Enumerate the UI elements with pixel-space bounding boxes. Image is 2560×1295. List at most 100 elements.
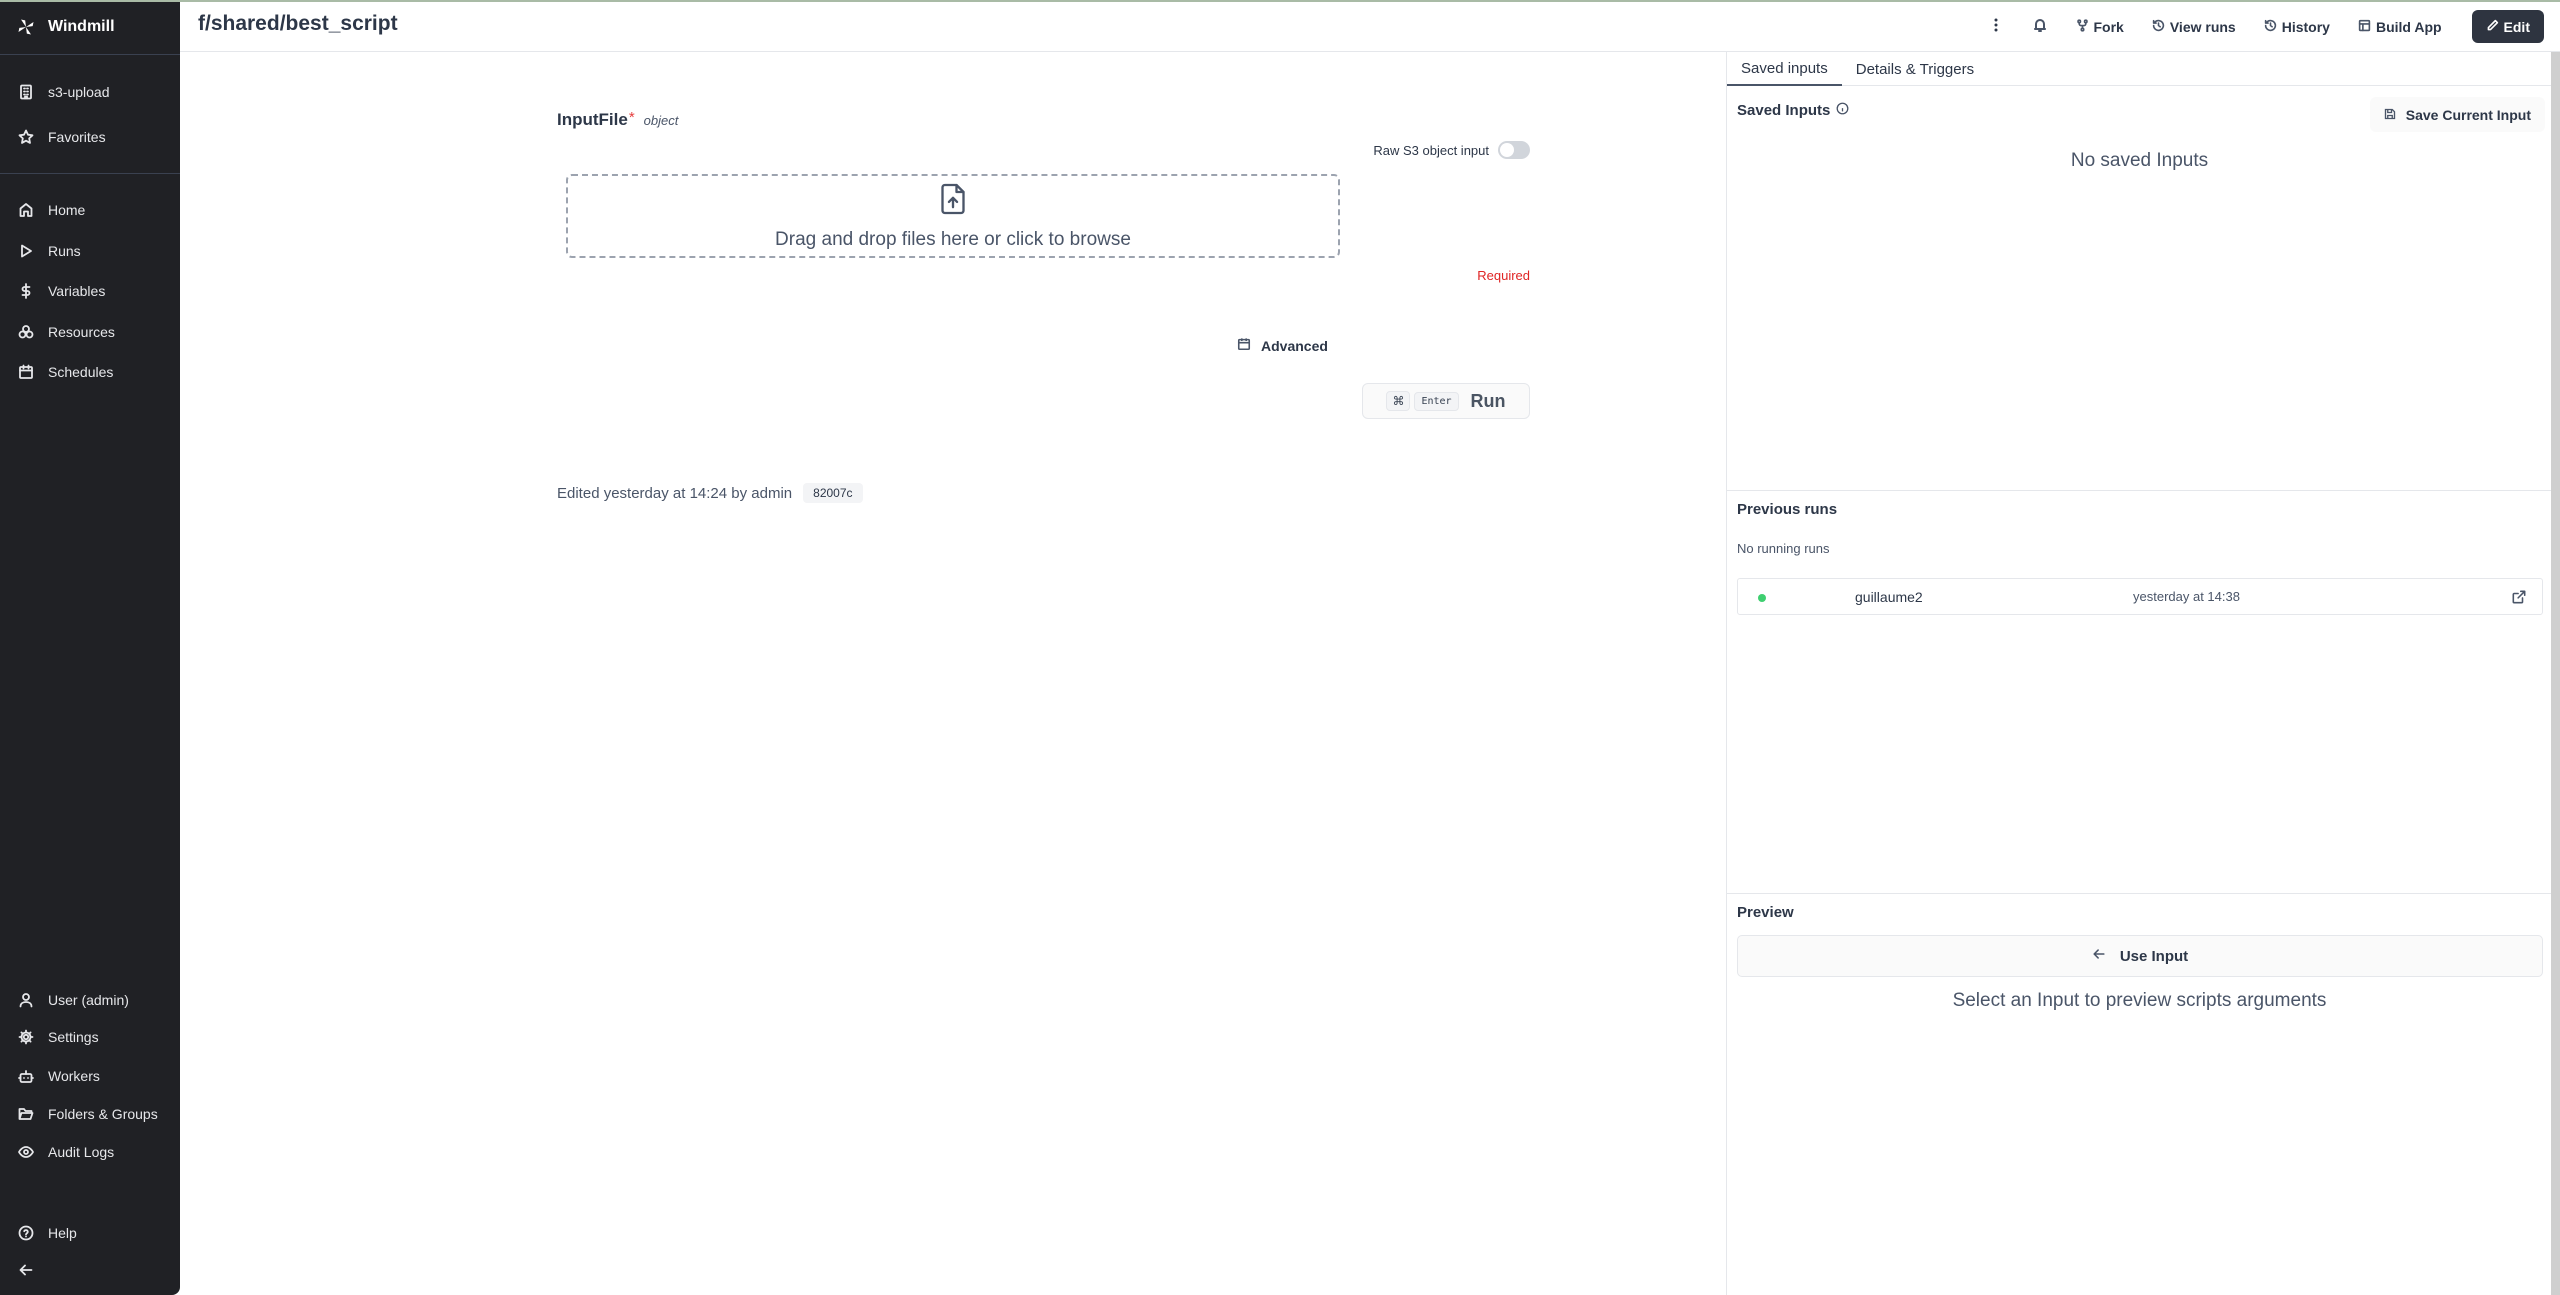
user-icon (18, 992, 34, 1008)
history-icon (2264, 19, 2282, 35)
calendar-icon (18, 364, 34, 380)
script-run-form: InputFile * object Raw S3 object input D… (180, 52, 1726, 1295)
sidebar-item-label: Favorites (48, 129, 106, 145)
help-circle-icon (18, 1225, 34, 1241)
edited-text: Edited yesterday at 14:24 by admin (557, 484, 793, 502)
gear-icon (18, 1029, 34, 1045)
advanced-label: Advanced (1261, 337, 1328, 354)
sidebar-divider (0, 173, 180, 174)
sidebar-item-label: User (admin) (48, 992, 129, 1008)
sidebar-item-label: Runs (48, 243, 81, 259)
view-runs-label: View runs (2169, 18, 2236, 35)
section-divider (1727, 893, 2552, 894)
windmill-logo-icon (16, 17, 36, 37)
arg-label: InputFile * object (557, 109, 679, 130)
run-user: guillaume2 (1855, 588, 1923, 605)
previous-runs-title: Previous runs (1737, 501, 1838, 518)
view-runs-button[interactable]: View runs (2140, 10, 2248, 43)
sidebar: Windmill s3-upload Favorites Home Runs V… (0, 0, 180, 1295)
no-running-runs-text: No running runs (1737, 541, 1830, 556)
dropzone-text: Drag and drop files here or click to bro… (775, 228, 1131, 250)
dollar-icon (18, 283, 34, 299)
sidebar-item-workers[interactable]: Workers (0, 1060, 180, 1092)
history-button[interactable]: History (2252, 10, 2342, 43)
more-vertical-icon (1988, 17, 2004, 36)
sidebar-item-label: Workers (48, 1068, 100, 1084)
history-icon (2152, 19, 2170, 35)
arg-type: object (643, 113, 679, 128)
play-icon (18, 243, 34, 259)
brand[interactable]: Windmill (0, 0, 180, 55)
file-dropzone[interactable]: Drag and drop files here or click to bro… (566, 174, 1340, 258)
building-icon (18, 84, 34, 100)
sidebar-item-home[interactable]: Home (0, 194, 180, 226)
fork-label: Fork (2093, 18, 2124, 35)
sidebar-item-label: Settings (48, 1029, 99, 1045)
sidebar-item-variables[interactable]: Variables (0, 275, 180, 307)
build-app-button[interactable]: Build App (2346, 10, 2454, 43)
page-scrollbar[interactable] (2551, 52, 2560, 1295)
sidebar-item-settings[interactable]: Settings (0, 1021, 180, 1053)
sidebar-item-label: s3-upload (48, 84, 110, 100)
fork-button[interactable]: Fork (2064, 10, 2136, 43)
cmd-key: ⌘ (1386, 391, 1411, 411)
save-icon (2384, 107, 2406, 123)
use-input-label: Use Input (2119, 947, 2189, 965)
toggle-knob (1500, 143, 1514, 157)
star-icon (18, 129, 34, 145)
file-upload-icon (939, 182, 967, 229)
sidebar-item-label: Schedules (48, 364, 114, 380)
raw-s3-toggle[interactable] (1498, 141, 1530, 159)
sidebar-item-runs[interactable]: Runs (0, 235, 180, 267)
calendar-icon (1237, 337, 1261, 354)
more-options-button[interactable] (1976, 10, 2016, 43)
saved-inputs-title-text: Saved Inputs (1737, 102, 1831, 119)
section-divider (1727, 490, 2552, 491)
sidebar-item-schedules[interactable]: Schedules (0, 356, 180, 388)
page-header: f/shared/best_script Fork View runs Hist… (180, 0, 2560, 52)
sidebar-item-favorites[interactable]: Favorites (0, 121, 180, 153)
saved-inputs-title: Saved Inputs (1737, 102, 1849, 119)
right-panel: Saved inputs Details & Triggers Saved In… (1726, 52, 2552, 1295)
pencil-icon (2486, 19, 2504, 35)
enter-key: Enter (1414, 391, 1459, 411)
page-title: f/shared/best_script (198, 12, 398, 35)
advanced-button[interactable]: Advanced (1237, 337, 1328, 354)
preview-title: Preview (1737, 904, 1794, 921)
notifications-button[interactable] (2020, 10, 2060, 43)
bell-icon (2032, 17, 2048, 36)
sidebar-item-folders-groups[interactable]: Folders & Groups (0, 1098, 180, 1130)
sidebar-item-workspace[interactable]: s3-upload (0, 76, 180, 108)
info-icon[interactable] (1830, 102, 1849, 119)
arg-name: InputFile (557, 110, 628, 129)
external-link-icon[interactable] (2512, 590, 2526, 604)
sidebar-collapse-button[interactable] (0, 1254, 180, 1286)
arrow-left-icon (18, 1262, 34, 1278)
home-icon (18, 202, 34, 218)
use-input-button[interactable]: Use Input (1737, 935, 2543, 977)
sidebar-item-label: Audit Logs (48, 1144, 115, 1160)
run-button[interactable]: ⌘ Enter Run (1362, 383, 1530, 419)
sidebar-item-label: Resources (48, 324, 115, 340)
bot-icon (18, 1068, 34, 1084)
boxes-icon (18, 324, 34, 340)
edit-button[interactable]: Edit (2471, 10, 2544, 43)
sidebar-item-help[interactable]: Help (0, 1217, 180, 1249)
sidebar-item-audit-logs[interactable]: Audit Logs (0, 1136, 180, 1168)
version-hash-badge[interactable]: 82007c (803, 483, 863, 503)
window-top-border (0, 0, 2560, 2)
history-label: History (2281, 18, 2330, 35)
layout-icon (2358, 19, 2376, 35)
sidebar-item-label: Help (48, 1225, 77, 1241)
save-current-input-button[interactable]: Save Current Input (2369, 97, 2545, 132)
arrow-left-icon (2092, 947, 2120, 965)
sidebar-item-resources[interactable]: Resources (0, 316, 180, 348)
preview-hint: Select an Input to preview scripts argum… (1952, 990, 2327, 1011)
no-saved-inputs-text: No saved Inputs (2070, 150, 2209, 171)
tab-details-triggers[interactable]: Details & Triggers (1842, 52, 1988, 86)
required-marker: * (628, 109, 635, 126)
sidebar-item-user[interactable]: User (admin) (0, 984, 180, 1016)
run-row[interactable]: guillaume2 yesterday at 14:38 (1737, 578, 2543, 615)
brand-name: Windmill (48, 18, 115, 35)
tab-saved-inputs[interactable]: Saved inputs (1727, 52, 1842, 86)
